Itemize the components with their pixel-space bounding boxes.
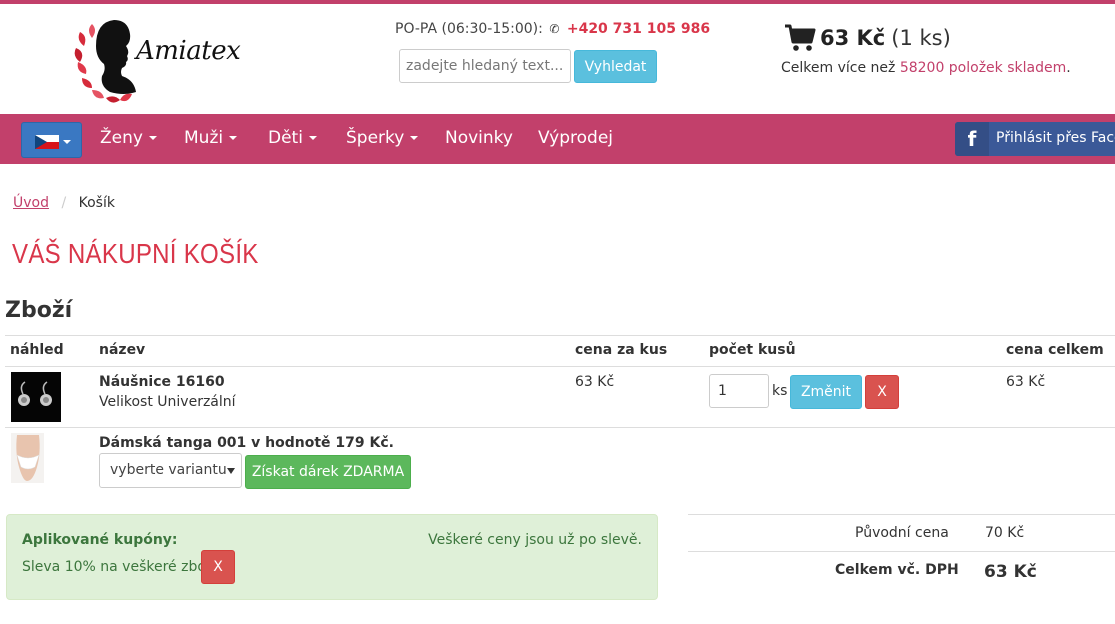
col-header-quantity: počet kusů	[709, 342, 796, 358]
product-thumbnail[interactable]	[11, 372, 61, 422]
nav-item-novinky[interactable]: Novinky	[445, 128, 513, 148]
breadcrumb: Úvod / Košík	[13, 195, 115, 211]
total-with-vat-value: 63 Kč	[984, 562, 1037, 582]
shopping-cart-icon	[785, 24, 816, 51]
chevron-down-icon	[229, 136, 238, 140]
nav-item-muzi[interactable]: Muži	[184, 128, 238, 148]
applied-coupons-panel: Aplikované kupóny: Sleva 10% na veškeré …	[6, 514, 658, 600]
page-title: VÁŠ NÁKUPNÍ KOŠÍK	[12, 238, 259, 269]
col-header-name: název	[99, 342, 146, 358]
phone-icon: ✆	[549, 22, 560, 36]
nav-item-label: Děti	[268, 128, 303, 148]
totals-divider	[688, 551, 1115, 552]
breadcrumb-separator: /	[61, 195, 67, 211]
silhouette-logo-icon	[74, 20, 136, 103]
facebook-login-button[interactable]: f Přihlásit přes Facebook	[955, 122, 1115, 156]
col-header-total: cena celkem	[1006, 342, 1104, 358]
nav-item-label: Šperky	[346, 128, 405, 148]
top-accent-bar	[0, 0, 1115, 4]
nav-item-sperky[interactable]: Šperky	[346, 128, 419, 148]
stock-suffix: .	[1066, 60, 1071, 76]
nav-item-zeny[interactable]: Ženy	[100, 128, 157, 148]
totals-divider	[688, 514, 1115, 515]
gift-thumbnail[interactable]	[11, 433, 44, 483]
nav-item-vyprodej[interactable]: Výprodej	[538, 128, 613, 148]
remove-coupon-button[interactable]: X	[201, 550, 235, 584]
breadcrumb-current: Košík	[78, 195, 115, 211]
stock-prefix: Celkem více než	[781, 60, 896, 76]
nav-item-deti[interactable]: Děti	[268, 128, 317, 148]
nav-item-label: Ženy	[100, 128, 143, 148]
total-with-vat-label: Celkem vč. DPH	[835, 562, 959, 578]
table-divider	[5, 335, 1115, 336]
cart-summary[interactable]: 63 Kč (1 ks)	[784, 22, 951, 54]
phone-number[interactable]: +420 731 105 986	[567, 21, 710, 37]
hours-label: PO-PA (06:30-15:00):	[395, 21, 543, 37]
facebook-login-label: Přihlásit přes Facebook	[996, 130, 1115, 146]
chevron-down-icon	[227, 468, 235, 474]
czech-flag-icon	[35, 135, 59, 149]
table-divider	[5, 366, 1115, 367]
table-divider	[5, 427, 1115, 428]
chevron-down-icon	[308, 136, 317, 140]
quantity-unit: ks	[772, 383, 788, 399]
chevron-down-icon	[63, 140, 71, 144]
coupons-note: Veškeré ceny jsou už po slevě.	[428, 532, 642, 548]
stock-info: Celkem více než 58200 položek skladem.	[781, 60, 1071, 76]
section-title: Zboží	[5, 298, 73, 323]
main-nav: Ženy Muži Děti Šperky Novinky Výprodej f…	[0, 114, 1115, 164]
logo-text: Amiatex	[136, 36, 241, 66]
search-button[interactable]: Vyhledat	[574, 50, 657, 83]
language-switcher[interactable]	[21, 122, 82, 158]
cart-total: 63 Kč	[820, 26, 886, 50]
remove-item-button[interactable]: X	[865, 375, 899, 409]
variant-select-value: vyberte variantu	[110, 462, 227, 478]
chevron-down-icon	[148, 136, 157, 140]
coupon-item: Sleva 10% na veškeré zboží	[22, 559, 218, 575]
breadcrumb-home[interactable]: Úvod	[13, 195, 49, 211]
nav-item-label: Muži	[184, 128, 224, 148]
search-input[interactable]	[399, 49, 571, 83]
product-name[interactable]: Náušnice 16160	[99, 374, 225, 390]
row-total: 63 Kč	[1006, 374, 1046, 390]
quantity-input[interactable]	[709, 374, 769, 408]
unit-price: 63 Kč	[575, 374, 615, 390]
nav-item-label: Výprodej	[538, 128, 614, 148]
contact-hours: PO-PA (06:30-15:00): ✆ +420 731 105 986	[395, 21, 710, 37]
variant-select[interactable]: vyberte variantu	[99, 453, 242, 488]
chevron-down-icon	[410, 136, 419, 140]
facebook-icon: f	[955, 122, 989, 156]
site-logo[interactable]: Amiatex	[74, 16, 241, 106]
product-variant: Velikost Univerzální	[99, 394, 236, 410]
change-quantity-button[interactable]: Změnit	[790, 375, 862, 409]
original-price-label: Původní cena	[855, 525, 949, 541]
get-free-gift-button[interactable]: Získat dárek ZDARMA	[245, 455, 411, 489]
col-header-preview: náhled	[10, 342, 64, 358]
cart-count: (1 ks)	[891, 26, 951, 50]
stock-count: 58200 položek skladem	[899, 60, 1067, 76]
original-price-value: 70 Kč	[985, 525, 1025, 541]
gift-title: Dámská tanga 001 v hodnotě 179 Kč.	[99, 435, 394, 451]
nav-item-label: Novinky	[445, 128, 513, 148]
col-header-unit-price: cena za kus	[575, 342, 668, 358]
coupons-title: Aplikované kupóny:	[22, 532, 178, 548]
